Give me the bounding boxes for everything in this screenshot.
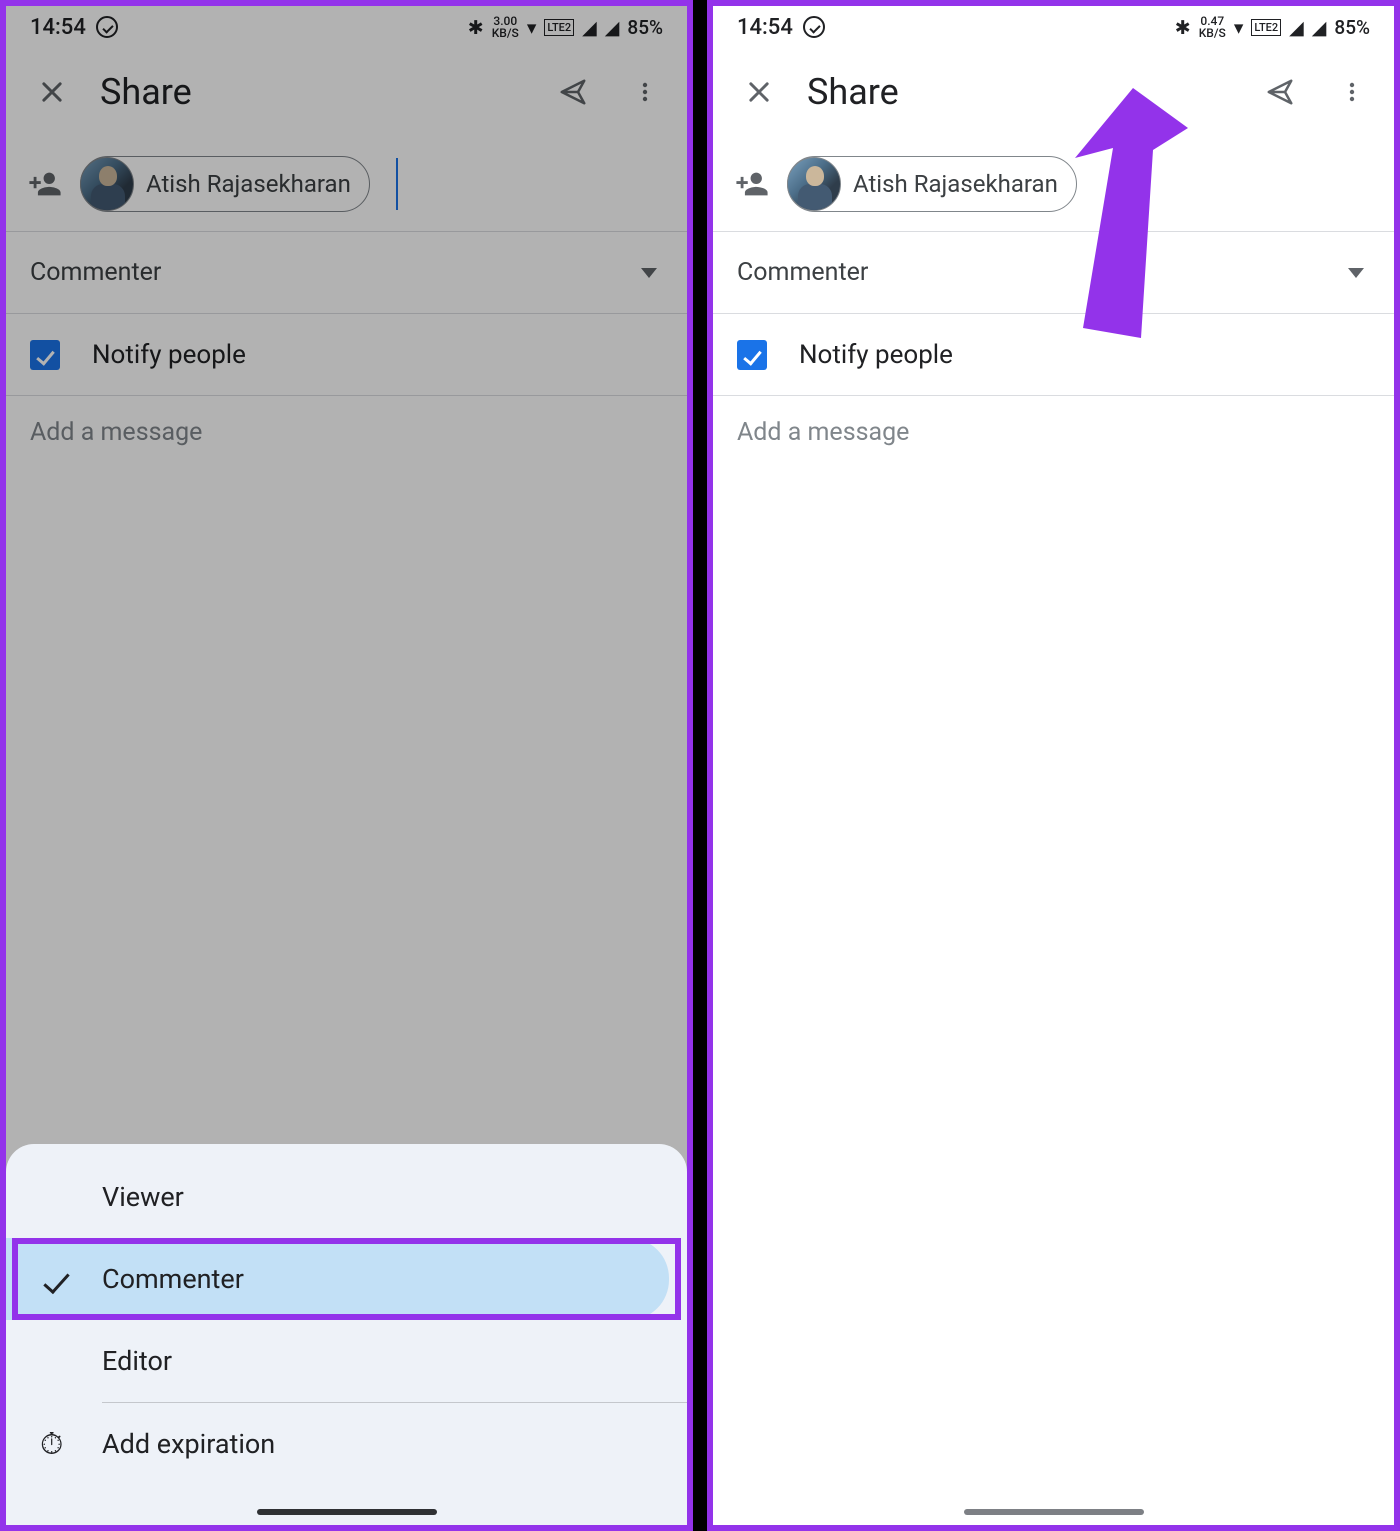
battery-text: 85% xyxy=(1334,16,1370,39)
volte-icon: LTE2 xyxy=(1251,19,1281,36)
message-input[interactable]: Add a message xyxy=(6,396,687,469)
more-icon[interactable] xyxy=(621,68,669,116)
notify-row[interactable]: Notify people xyxy=(6,314,687,396)
sheet-option-expiration[interactable]: Add expiration xyxy=(6,1403,687,1485)
clock: 14:54 xyxy=(737,15,793,40)
net-speed-unit: KB/S xyxy=(1199,27,1226,39)
bluetooth-icon: ✱ xyxy=(468,16,484,39)
signal-icon-2: ◢ xyxy=(1312,16,1327,39)
status-bar: 14:54 ✱ 0.47 KB/S ▾ LTE2 ◢ ◢ 85% xyxy=(713,6,1394,48)
chevron-down-icon xyxy=(641,268,657,278)
notify-label: Notify people xyxy=(799,340,953,370)
signal-icon-1: ◢ xyxy=(582,16,597,39)
screenshot-right: 14:54 ✱ 0.47 KB/S ▾ LTE2 ◢ ◢ 85% Share xyxy=(707,0,1400,1531)
chevron-down-icon xyxy=(1348,268,1364,278)
annotation-arrow-icon xyxy=(1013,78,1193,358)
send-button[interactable] xyxy=(1256,68,1304,116)
send-button[interactable] xyxy=(549,68,597,116)
close-icon[interactable] xyxy=(28,68,76,116)
sheet-option-editor[interactable]: Editor xyxy=(6,1320,687,1402)
role-bottom-sheet: Viewer Commenter Editor Add expiration xyxy=(6,1144,687,1525)
role-value: Commenter xyxy=(737,258,868,287)
signal-icon-1: ◢ xyxy=(1289,16,1304,39)
screenshot-left: 14:54 ✱ 3.00 KB/S ▾ LTE2 ◢ ◢ 85% Share xyxy=(0,0,693,1531)
volte-icon: LTE2 xyxy=(544,19,574,36)
wifi-icon: ▾ xyxy=(527,16,537,39)
net-speed-unit: KB/S xyxy=(492,27,519,39)
page-title: Share xyxy=(100,71,525,113)
sheet-option-viewer[interactable]: Viewer xyxy=(6,1156,687,1238)
sheet-option-commenter[interactable]: Commenter xyxy=(6,1238,669,1320)
signal-icon-2: ◢ xyxy=(605,16,620,39)
bluetooth-icon: ✱ xyxy=(1175,16,1191,39)
avatar xyxy=(787,157,841,211)
role-dropdown[interactable]: Commenter xyxy=(6,232,687,314)
person-chip[interactable]: Atish Rajasekharan xyxy=(80,156,370,212)
nav-bar-hint xyxy=(257,1509,437,1515)
more-icon[interactable] xyxy=(1328,68,1376,116)
notify-checkbox[interactable] xyxy=(30,340,60,370)
app-bar: Share xyxy=(6,48,687,136)
close-icon[interactable] xyxy=(735,68,783,116)
nav-bar-hint xyxy=(964,1509,1144,1515)
check-circle-icon xyxy=(803,16,825,38)
notify-checkbox[interactable] xyxy=(737,340,767,370)
wifi-icon: ▾ xyxy=(1234,16,1244,39)
clock: 14:54 xyxy=(30,15,86,40)
message-input[interactable]: Add a message xyxy=(713,396,1394,469)
check-circle-icon xyxy=(96,16,118,38)
avatar xyxy=(80,157,134,211)
battery-text: 85% xyxy=(627,16,663,39)
status-bar: 14:54 ✱ 3.00 KB/S ▾ LTE2 ◢ ◢ 85% xyxy=(6,6,687,48)
person-add-icon xyxy=(28,167,62,201)
person-chip-label: Atish Rajasekharan xyxy=(146,170,351,198)
person-add-icon xyxy=(735,167,769,201)
people-input-row[interactable]: Atish Rajasekharan xyxy=(6,136,687,232)
role-value: Commenter xyxy=(30,258,161,287)
text-cursor xyxy=(396,158,398,210)
notify-label: Notify people xyxy=(92,340,246,370)
